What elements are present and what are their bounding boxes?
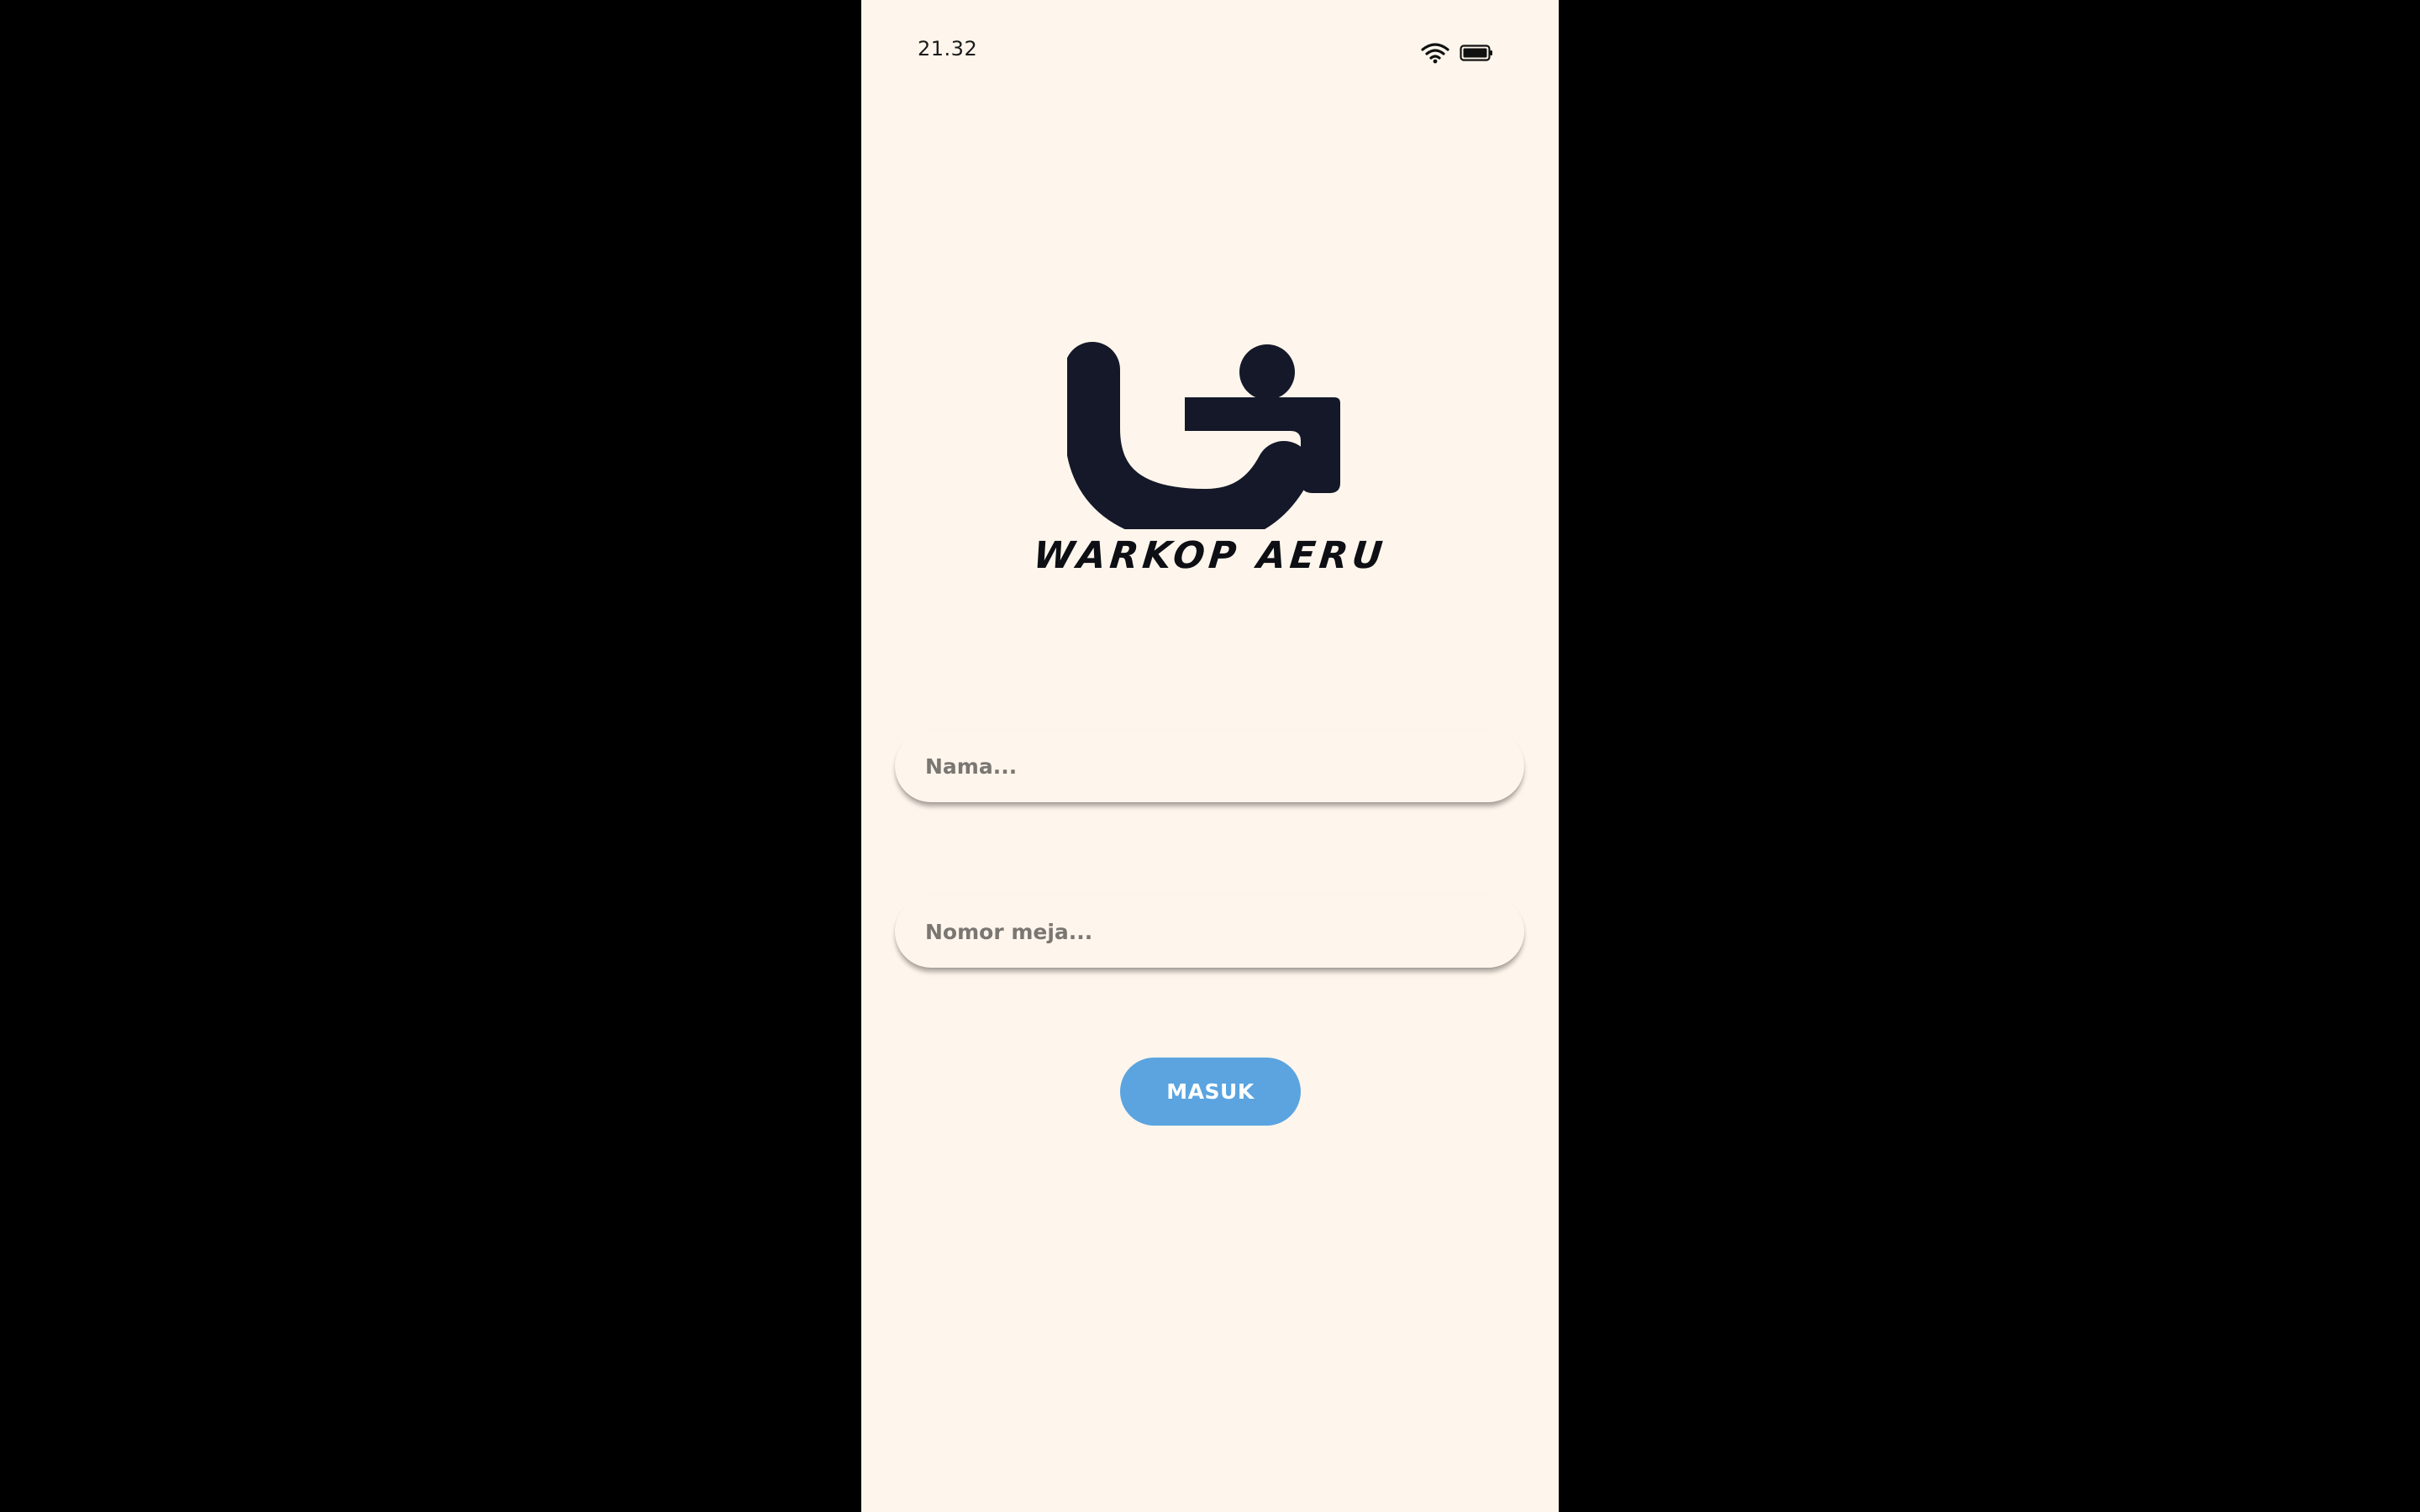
table-number-field[interactable] [895, 895, 1524, 968]
brand-logo: WARKOP AERU [861, 336, 1559, 596]
brand-name: WARKOP AERU [1031, 534, 1389, 577]
table-number-input[interactable] [895, 895, 1524, 968]
phone-screen: 21.32 WARKOP AERU Nama... Nomor meja... … [861, 0, 1559, 1512]
wifi-icon [1421, 42, 1449, 64]
name-input[interactable] [895, 730, 1524, 802]
name-field[interactable] [895, 730, 1524, 802]
status-bar: 21.32 [861, 0, 1559, 92]
status-icons [1421, 39, 1493, 66]
login-button[interactable]: MASUK [1120, 1058, 1301, 1126]
battery-icon [1460, 44, 1493, 62]
status-time: 21.32 [918, 37, 978, 60]
logo-mark-icon [1065, 336, 1353, 545]
